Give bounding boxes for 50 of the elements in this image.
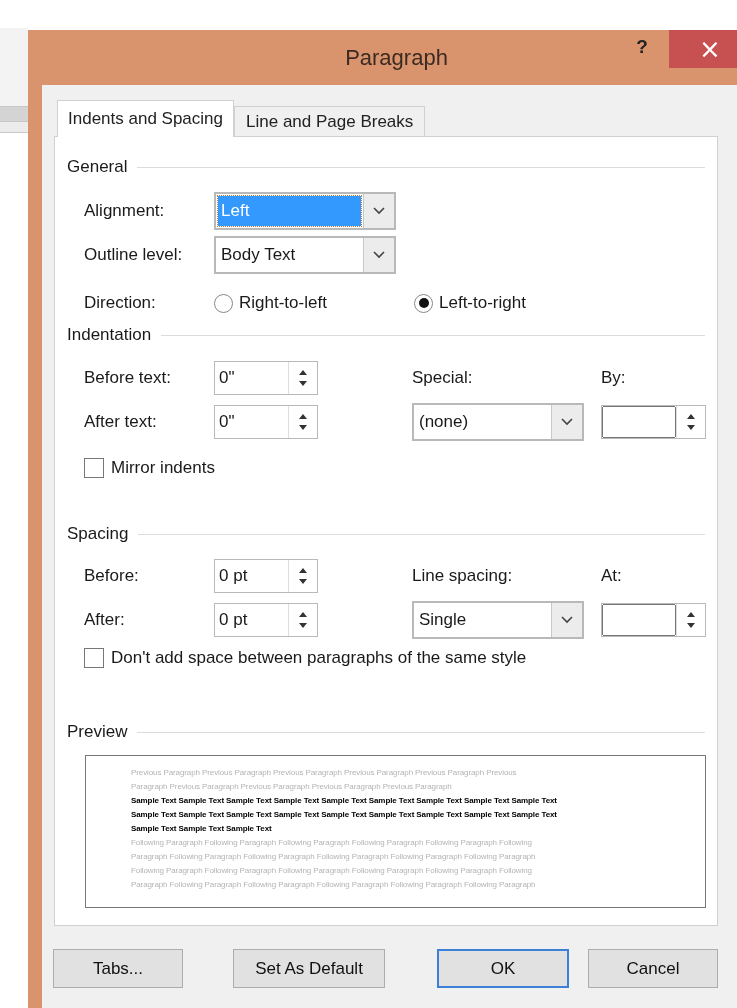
field-label: Before text:	[84, 368, 172, 388]
help-button[interactable]: ?	[627, 36, 657, 58]
radio-option[interactable]: Right-to-left	[214, 293, 414, 313]
preview-text: Sample Text Sample Text Sample Text Sample Text Sample Text Sample Text Sample Text Sample Text Sample Text	[131, 795, 558, 807]
field-label: Outline level:	[84, 245, 184, 265]
chevron-icon	[373, 251, 385, 259]
section-heading: General	[67, 157, 128, 177]
field-label: Alignment:	[84, 201, 166, 221]
field-label: By:	[601, 368, 627, 388]
preview-text: Following Paragraph Following Paragraph Following Paragraph Following Paragraph Following Paragraph Following	[131, 837, 533, 849]
preview-text: Sample Text Sample Text Sample Text Sample Text Sample Text Sample Text Sample Text Sample Text Sample Text	[131, 809, 558, 821]
preview-text: Following Paragraph Following Paragraph Following Paragraph Following Paragraph Following Paragraph Following	[131, 865, 533, 877]
checkbox-option[interactable]: Mirror indents	[67, 457, 705, 479]
after-text-spinner[interactable]: 0"	[214, 405, 318, 439]
chevron-icon	[373, 207, 385, 215]
window-title: Paragraph	[345, 45, 448, 71]
dialog-button[interactable]: Tabs...	[53, 949, 183, 988]
section-heading: Indentation	[67, 325, 152, 345]
close-button[interactable]: ×	[669, 30, 737, 68]
dialog-button[interactable]: Set As Default	[233, 949, 385, 988]
preview-text: Paragraph Following Paragraph Following Paragraph Following Paragraph Following Paragraph Following Paragraph	[131, 879, 537, 891]
checkbox-option[interactable]: Don't add space between paragraphs of the same style	[67, 647, 705, 669]
before-spinner[interactable]: 0 pt	[214, 559, 318, 593]
chevron-icon	[561, 418, 573, 426]
field-label: At:	[601, 566, 623, 586]
special-dropdown[interactable]: (none)	[412, 403, 584, 441]
section-heading: Preview	[67, 722, 128, 742]
chevron-icon	[561, 616, 573, 624]
field-label: After:	[84, 610, 126, 630]
at-spinner[interactable]	[601, 603, 706, 637]
dialog-button[interactable]: Cancel	[588, 949, 718, 988]
field-label: After text:	[84, 412, 158, 432]
field-label: Before:	[84, 566, 140, 586]
preview-text: Previous Paragraph Previous Paragraph Previous Paragraph Previous Paragraph Previous Paragraph Previous	[131, 767, 518, 779]
outline-level-dropdown[interactable]: Body Text	[214, 236, 396, 274]
field-label: Direction:	[84, 293, 157, 313]
after-spinner[interactable]: 0 pt	[214, 603, 318, 637]
preview-text: Paragraph Following Paragraph Following Paragraph Following Paragraph Following Paragraph Following Paragraph	[131, 851, 537, 863]
preview-text: Paragraph Previous Paragraph Previous Paragraph Previous Paragraph Previous Paragraph	[131, 781, 453, 793]
by-spinner[interactable]	[601, 405, 706, 439]
dialog-button[interactable]: OK	[437, 949, 569, 988]
line-spacing-dropdown[interactable]: Single	[412, 601, 584, 639]
radio-option[interactable]: Left-to-right	[414, 293, 614, 313]
tab[interactable]: Indents and Spacing	[57, 100, 234, 137]
preview-text: Sample Text Sample Text Sample Text	[131, 823, 273, 835]
field-label: Line spacing:	[412, 566, 514, 586]
section-heading: Spacing	[67, 524, 129, 544]
before-text-spinner[interactable]: 0"	[214, 361, 318, 395]
tab[interactable]: Line and Page Breaks	[234, 106, 426, 136]
field-label: Special:	[412, 368, 474, 388]
